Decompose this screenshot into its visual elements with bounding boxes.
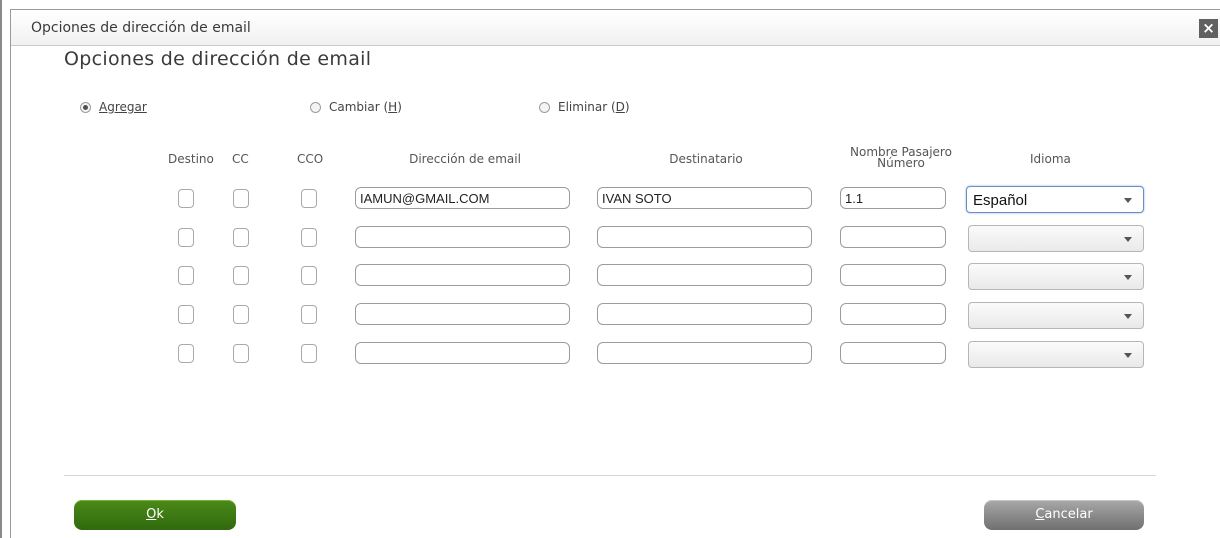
cc-checkbox[interactable] xyxy=(233,344,249,363)
cancel-label-rest: ancelar xyxy=(1044,507,1093,522)
cco-checkbox[interactable] xyxy=(301,344,317,363)
ok-label-rest: k xyxy=(156,507,164,522)
cco-checkbox[interactable] xyxy=(301,305,317,324)
window-left-edge xyxy=(0,0,2,538)
header-nombre-pasajero-line2: Número xyxy=(877,156,925,170)
radio-cambiar-mnemonic: H xyxy=(388,100,398,114)
cc-checkbox[interactable] xyxy=(233,305,249,324)
destino-checkbox[interactable] xyxy=(178,305,194,324)
cc-checkbox[interactable] xyxy=(233,228,249,247)
destinatario-field[interactable]: IVAN SOTO xyxy=(597,187,812,209)
email-field[interactable] xyxy=(355,303,570,325)
destinatario-field[interactable] xyxy=(597,342,812,364)
radio-agregar-icon[interactable] xyxy=(80,101,91,113)
header-cc: CC xyxy=(232,152,249,166)
cc-checkbox[interactable] xyxy=(233,189,249,208)
idioma-select[interactable] xyxy=(968,263,1144,290)
chevron-down-icon xyxy=(1124,314,1132,319)
cco-checkbox[interactable] xyxy=(301,228,317,247)
destino-checkbox[interactable] xyxy=(178,266,194,285)
idioma-select[interactable] xyxy=(968,225,1144,252)
cco-checkbox[interactable] xyxy=(301,189,317,208)
radio-eliminar-suffix: ) xyxy=(624,100,630,114)
destinatario-field[interactable] xyxy=(597,264,812,286)
radio-eliminar-mnemonic: D xyxy=(615,100,625,114)
chevron-down-icon xyxy=(1124,237,1132,242)
ok-mnemonic: O xyxy=(146,507,157,522)
footer-divider xyxy=(64,475,1156,476)
chevron-down-icon xyxy=(1124,198,1132,203)
radio-cambiar-prefix: Cambiar ( xyxy=(329,100,389,114)
header-nombre-pasajero: Nombre Pasajero Número xyxy=(845,146,957,170)
header-destino: Destino xyxy=(168,152,214,166)
ok-button[interactable]: Ok xyxy=(74,500,236,530)
pasajero-numero-field[interactable] xyxy=(840,342,946,364)
cco-checkbox[interactable] xyxy=(301,266,317,285)
destino-checkbox[interactable] xyxy=(178,189,194,208)
header-cco: CCO xyxy=(297,152,324,166)
email-field[interactable]: IAMUN@GMAIL.COM xyxy=(355,187,570,209)
radio-cambiar-suffix: ) xyxy=(397,100,402,114)
radio-eliminar-label: Eliminar (D) xyxy=(558,100,630,114)
destino-checkbox[interactable] xyxy=(178,228,194,247)
idioma-select[interactable]: Español xyxy=(966,186,1144,213)
radio-cambiar-label: Cambiar (H) xyxy=(329,100,402,114)
radio-cambiar-icon[interactable] xyxy=(310,101,321,113)
radio-agregar[interactable]: Agregar xyxy=(80,100,147,114)
idioma-select[interactable] xyxy=(968,341,1144,368)
window-title: Opciones de dirección de email xyxy=(31,20,251,36)
chevron-down-icon xyxy=(1124,275,1132,280)
dialog-heading: Opciones de dirección de email xyxy=(64,48,372,70)
radio-eliminar-icon[interactable] xyxy=(539,101,550,113)
email-field[interactable] xyxy=(355,342,570,364)
title-bar: Opciones de dirección de email × xyxy=(11,10,1220,46)
cancel-button[interactable]: Cancelar xyxy=(984,500,1144,530)
close-icon[interactable]: × xyxy=(1199,19,1218,38)
destinatario-field[interactable] xyxy=(597,303,812,325)
idioma-select[interactable] xyxy=(968,302,1144,329)
pasajero-numero-field[interactable] xyxy=(840,226,946,248)
pasajero-numero-field[interactable] xyxy=(840,303,946,325)
email-field[interactable] xyxy=(355,264,570,286)
destino-checkbox[interactable] xyxy=(178,344,194,363)
pasajero-numero-field[interactable]: 1.1 xyxy=(840,187,946,209)
chevron-down-icon xyxy=(1124,353,1132,358)
radio-cambiar[interactable]: Cambiar (H) xyxy=(310,100,402,114)
header-destinatario: Destinatario xyxy=(669,152,743,166)
radio-agregar-label: Agregar xyxy=(99,100,147,114)
email-field[interactable] xyxy=(355,226,570,248)
header-idioma: Idioma xyxy=(1030,152,1071,166)
destinatario-field[interactable] xyxy=(597,226,812,248)
pasajero-numero-field[interactable] xyxy=(840,264,946,286)
radio-eliminar-prefix: Eliminar ( xyxy=(558,100,616,114)
cc-checkbox[interactable] xyxy=(233,266,249,285)
header-email: Dirección de email xyxy=(409,152,521,166)
idioma-select-value: Español xyxy=(973,192,1028,209)
radio-eliminar[interactable]: Eliminar (D) xyxy=(539,100,630,114)
